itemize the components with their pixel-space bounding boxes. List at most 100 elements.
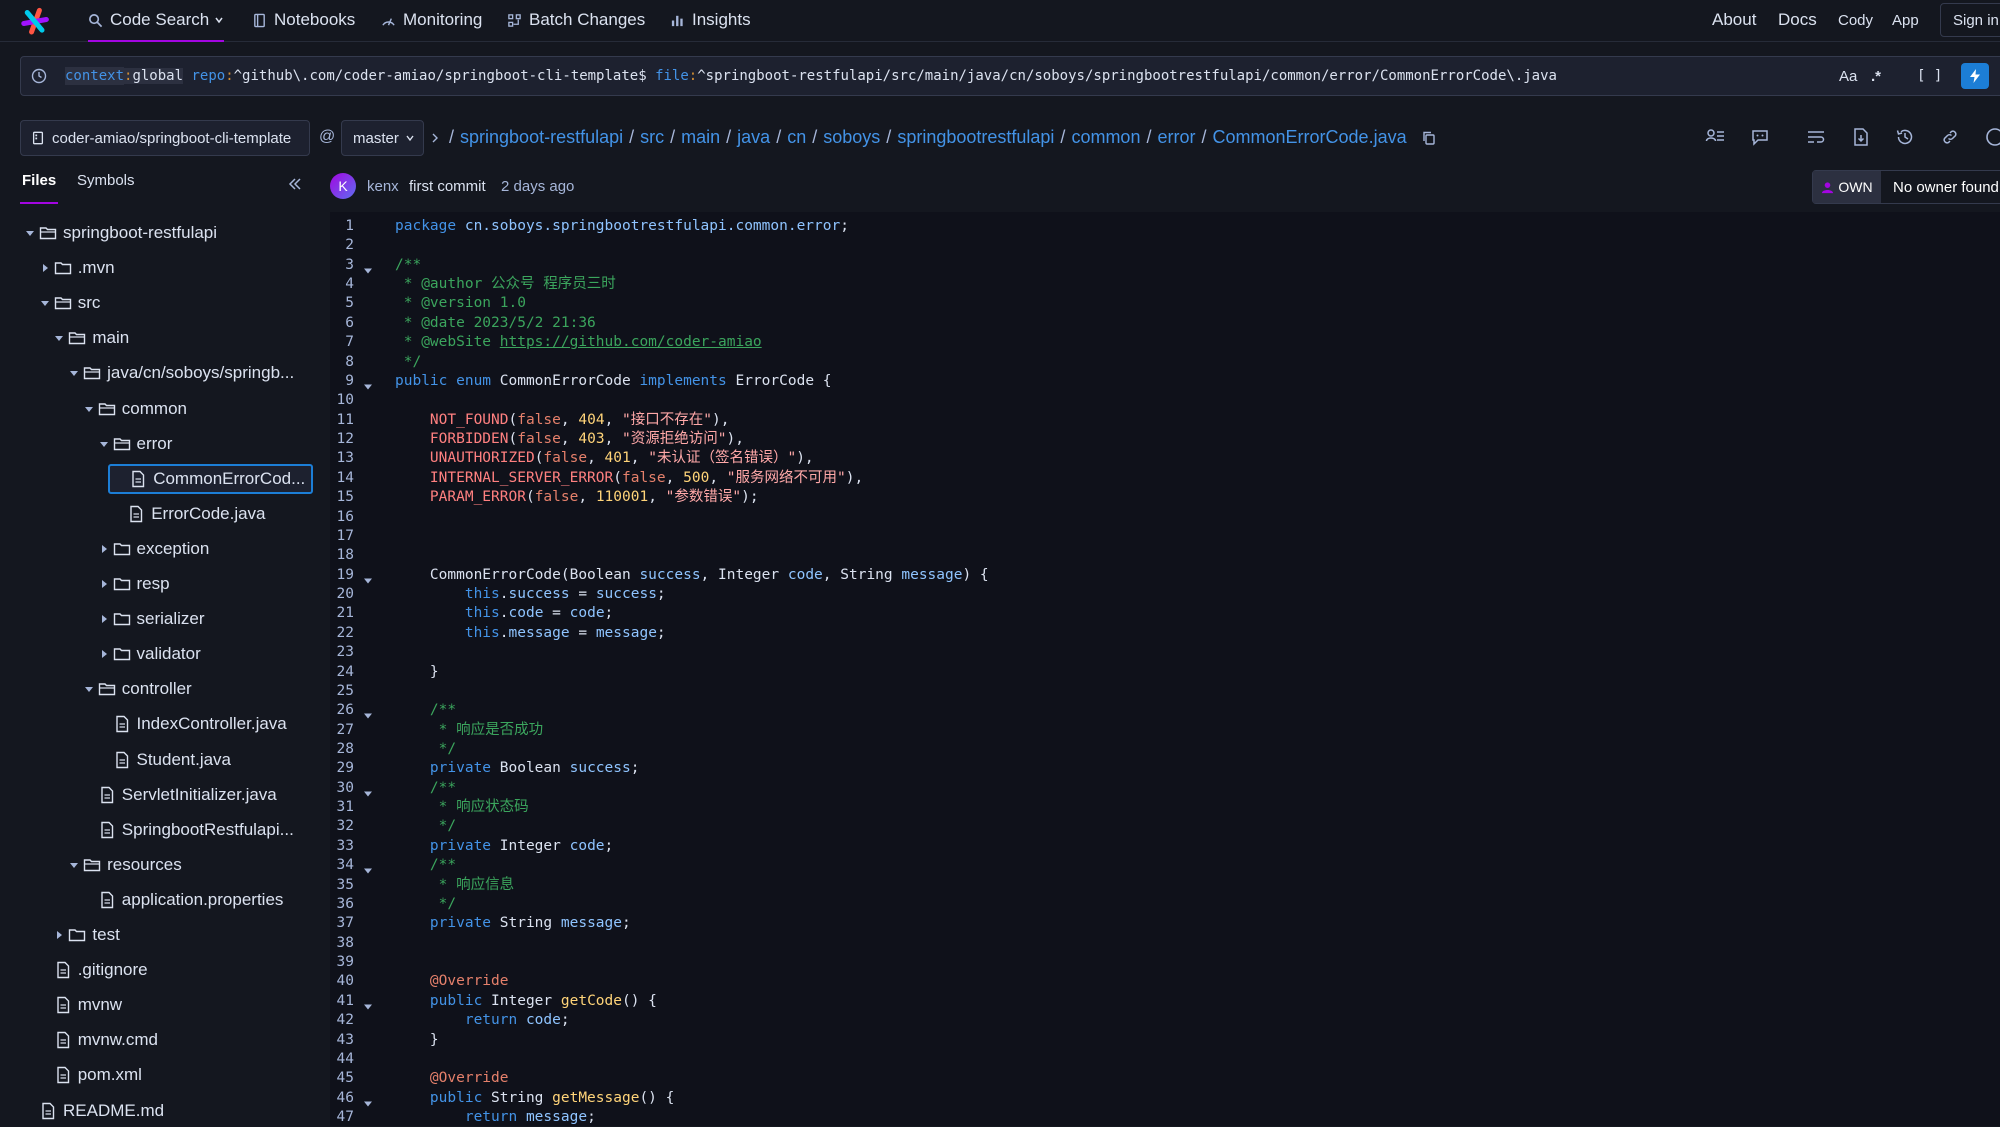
- tree-folder[interactable]: resp: [98, 569, 170, 599]
- structural-search-toggle[interactable]: [ ]: [1917, 57, 1942, 95]
- nav-insights[interactable]: Insights: [670, 0, 751, 40]
- line-number[interactable]: 17: [330, 527, 354, 546]
- caret-down-icon[interactable]: [39, 297, 51, 309]
- blame-icon[interactable]: [1705, 127, 1725, 147]
- tree-file[interactable]: ErrorCode.java: [112, 499, 266, 529]
- nav-notebooks[interactable]: Notebooks: [252, 0, 355, 40]
- code-line[interactable]: 22 this.message = message;: [330, 624, 2000, 643]
- caret-right-icon[interactable]: [98, 543, 110, 555]
- fold-caret-icon[interactable]: [364, 262, 372, 274]
- fold-caret-icon[interactable]: [364, 707, 372, 719]
- line-number[interactable]: 3: [330, 256, 354, 275]
- caret-right-icon[interactable]: [98, 578, 110, 590]
- line-number[interactable]: 46: [330, 1089, 354, 1108]
- code-line[interactable]: 6 * @date 2023/5/2 21:36: [330, 314, 2000, 333]
- code-line[interactable]: 23: [330, 643, 2000, 662]
- breadcrumb-segment[interactable]: springboot-restfulapi: [460, 127, 623, 148]
- tree-file[interactable]: IndexController.java: [98, 709, 287, 739]
- line-number[interactable]: 16: [330, 508, 354, 527]
- tab-files[interactable]: Files: [22, 172, 56, 189]
- tree-folder[interactable]: controller: [83, 674, 192, 704]
- code-line[interactable]: 16: [330, 508, 2000, 527]
- breadcrumb-segment[interactable]: java: [737, 127, 770, 148]
- code-line[interactable]: 44: [330, 1050, 2000, 1069]
- line-number[interactable]: 43: [330, 1031, 354, 1050]
- tree-file[interactable]: SpringbootRestfulapi...: [83, 815, 294, 845]
- line-number[interactable]: 32: [330, 817, 354, 836]
- cody-chat-icon[interactable]: [1750, 127, 1770, 147]
- code-line[interactable]: 24 }: [330, 663, 2000, 682]
- line-number[interactable]: 27: [330, 721, 354, 740]
- line-number[interactable]: 36: [330, 895, 354, 914]
- line-number[interactable]: 21: [330, 604, 354, 623]
- fold-caret-icon[interactable]: [364, 998, 372, 1010]
- line-number[interactable]: 13: [330, 449, 354, 468]
- breadcrumb-segment[interactable]: cn: [787, 127, 806, 148]
- line-number[interactable]: 31: [330, 798, 354, 817]
- branch-selector[interactable]: master: [341, 120, 424, 156]
- search-input[interactable]: context:global repo:^github\.com/coder-a…: [65, 57, 1557, 95]
- code-line[interactable]: 41 public Integer getCode() {: [330, 992, 2000, 1011]
- line-number[interactable]: 2: [330, 236, 354, 255]
- breadcrumb-segment[interactable]: springbootrestfulapi: [897, 127, 1054, 148]
- line-number[interactable]: 7: [330, 333, 354, 352]
- fold-caret-icon[interactable]: [364, 1095, 372, 1107]
- line-number[interactable]: 12: [330, 430, 354, 449]
- code-line[interactable]: 21 this.code = code;: [330, 604, 2000, 623]
- tree-file[interactable]: Student.java: [98, 745, 231, 775]
- case-sensitivity-toggle[interactable]: Aa: [1839, 57, 1857, 95]
- nav-batch-changes[interactable]: Batch Changes: [507, 0, 645, 40]
- code-line[interactable]: 29 private Boolean success;: [330, 759, 2000, 778]
- tree-folder[interactable]: .mvn: [39, 253, 115, 283]
- tree-folder[interactable]: java/cn/soboys/springb...: [68, 358, 294, 388]
- breadcrumb-segment[interactable]: src: [640, 127, 664, 148]
- breadcrumb-segment[interactable]: soboys: [823, 127, 880, 148]
- nav-about-link[interactable]: About: [1712, 0, 1756, 40]
- code-line[interactable]: 45 @Override: [330, 1069, 2000, 1088]
- code-line[interactable]: 10: [330, 391, 2000, 410]
- code-line[interactable]: 12 FORBIDDEN(false, 403, "资源拒绝访问"),: [330, 430, 2000, 449]
- line-number[interactable]: 1: [330, 217, 354, 236]
- code-line[interactable]: 2: [330, 236, 2000, 255]
- code-viewer[interactable]: 1 package cn.soboys.springbootrestfulapi.…: [330, 212, 2000, 1126]
- line-number[interactable]: 5: [330, 294, 354, 313]
- search-bar[interactable]: context:global repo:^github\.com/coder-a…: [20, 56, 2000, 96]
- code-line[interactable]: 28 */: [330, 740, 2000, 759]
- line-number[interactable]: 8: [330, 353, 354, 372]
- commit-author[interactable]: kenx: [367, 178, 399, 195]
- code-line[interactable]: 36 */: [330, 895, 2000, 914]
- line-number[interactable]: 35: [330, 876, 354, 895]
- line-number[interactable]: 11: [330, 411, 354, 430]
- line-number[interactable]: 44: [330, 1050, 354, 1069]
- tree-folder[interactable]: src: [39, 288, 100, 318]
- code-line[interactable]: 8 */: [330, 353, 2000, 372]
- code-line[interactable]: 25: [330, 682, 2000, 701]
- line-number[interactable]: 30: [330, 779, 354, 798]
- caret-down-icon[interactable]: [98, 438, 110, 450]
- nav-monitoring[interactable]: Monitoring: [381, 0, 482, 40]
- line-number[interactable]: 18: [330, 546, 354, 565]
- line-number[interactable]: 22: [330, 624, 354, 643]
- tree-file[interactable]: ServletInitializer.java: [83, 780, 277, 810]
- code-line[interactable]: 14 INTERNAL_SERVER_ERROR(false, 500, "服务…: [330, 469, 2000, 488]
- nav-app-link[interactable]: App: [1892, 0, 1919, 40]
- fold-caret-icon[interactable]: [364, 572, 372, 584]
- code-line[interactable]: 3 /**: [330, 256, 2000, 275]
- code-line[interactable]: 9 public enum CommonErrorCode implements …: [330, 372, 2000, 391]
- ownership-panel[interactable]: OWN No owner found: [1812, 170, 2000, 204]
- line-number[interactable]: 19: [330, 566, 354, 585]
- tree-folder[interactable]: test: [53, 920, 120, 950]
- code-line[interactable]: 15 PARAM_ERROR(false, 110001, "参数错误");: [330, 488, 2000, 507]
- tree-folder[interactable]: serializer: [98, 604, 205, 634]
- tree-file[interactable]: README.md: [24, 1096, 164, 1126]
- tree-folder[interactable]: main: [53, 323, 129, 353]
- tree-folder[interactable]: common: [83, 394, 187, 424]
- code-line[interactable]: 46 public String getMessage() {: [330, 1089, 2000, 1108]
- code-line[interactable]: 17: [330, 527, 2000, 546]
- raw-file-icon[interactable]: [1851, 127, 1871, 147]
- line-number[interactable]: 37: [330, 914, 354, 933]
- fold-caret-icon[interactable]: [364, 785, 372, 797]
- search-submit-button[interactable]: [1961, 63, 1989, 89]
- line-number[interactable]: 26: [330, 701, 354, 720]
- nav-cody-link[interactable]: Cody: [1838, 0, 1873, 40]
